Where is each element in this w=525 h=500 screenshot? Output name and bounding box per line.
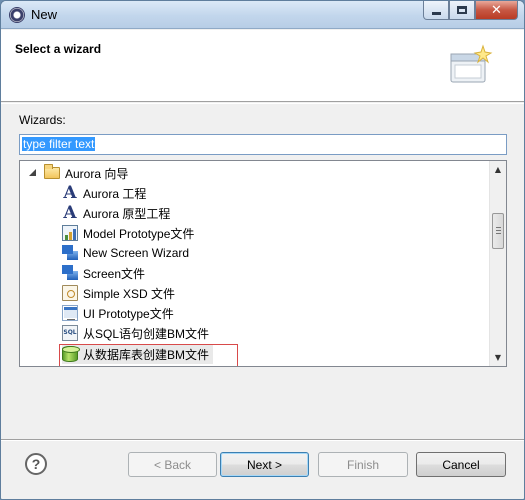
screen-icon <box>62 245 78 261</box>
maximize-icon <box>457 6 467 14</box>
new-wizard-dialog: New ✕ Select a wizard Wizards: type filt… <box>0 0 525 500</box>
tree-item[interactable]: A Aurora 工程 <box>62 183 146 203</box>
highlight-box <box>59 344 238 366</box>
wizard-header: Select a wizard <box>1 30 524 102</box>
tree-item-label: UI Prototype文件 <box>83 306 174 321</box>
aurora-a-icon: A <box>63 203 77 223</box>
tree-item-label: 从SQL语句创建BM文件 <box>83 326 210 341</box>
tree-item[interactable]: A Aurora 原型工程 <box>62 203 170 223</box>
window-title: New <box>31 7 58 22</box>
expanded-arrow-icon <box>29 169 36 176</box>
wizard-tree[interactable]: Aurora 向导 A Aurora 工程 A Aurora 原型工程 Mode… <box>19 160 507 367</box>
screen-icon <box>62 265 78 281</box>
tree-item[interactable]: New Screen Wizard <box>62 243 189 263</box>
wizard-banner-icon <box>450 44 493 83</box>
minimize-button[interactable] <box>423 1 449 20</box>
tree-item[interactable]: Screen文件 <box>62 263 145 283</box>
xsd-icon <box>62 285 78 301</box>
back-button[interactable]: < Back <box>128 452 217 477</box>
tree-item-aurora[interactable]: Aurora 向导 <box>28 163 128 183</box>
tree-item-label: Aurora 工程 <box>83 186 147 201</box>
next-button[interactable]: Next > <box>220 452 309 477</box>
filter-text: type filter text <box>22 137 96 151</box>
tree-item-label: Simple XSD 文件 <box>83 286 176 301</box>
minimize-icon <box>431 12 441 15</box>
tree-item[interactable]: UI Prototype文件 <box>62 303 174 323</box>
tree-item-label: Screen文件 <box>83 266 146 281</box>
title-bar[interactable]: New ✕ <box>1 1 524 29</box>
model-prototype-icon <box>62 225 78 241</box>
aurora-a-icon: A <box>63 183 77 203</box>
tree-item[interactable]: SQL 从SQL语句创建BM文件 <box>62 323 209 343</box>
help-button[interactable]: ? <box>25 453 47 475</box>
tree-item-label: Aurora 原型工程 <box>83 206 171 221</box>
caption-buttons: ✕ <box>423 1 518 21</box>
maximize-button[interactable] <box>449 1 475 20</box>
eclipse-icon <box>9 7 25 23</box>
finish-button[interactable]: Finish <box>318 452 408 477</box>
close-button[interactable]: ✕ <box>475 1 518 20</box>
vertical-scrollbar[interactable]: ▲ ▼ <box>489 161 506 366</box>
tree-item-label: Model Prototype文件 <box>83 226 195 241</box>
scroll-thumb[interactable] <box>492 213 504 249</box>
tree-item[interactable]: Model Prototype文件 <box>62 223 194 243</box>
scroll-down-arrow-icon[interactable]: ▼ <box>490 349 506 366</box>
folder-icon <box>44 164 60 179</box>
scroll-up-arrow-icon[interactable]: ▲ <box>490 161 506 178</box>
header-separator <box>1 103 524 104</box>
cancel-button[interactable]: Cancel <box>416 452 506 477</box>
page-title: Select a wizard <box>15 42 102 56</box>
sql-icon: SQL <box>62 325 78 341</box>
footer-separator <box>1 439 524 441</box>
close-icon: ✕ <box>491 2 502 18</box>
tree-item-label: Aurora 向导 <box>65 166 129 181</box>
ui-prototype-icon <box>62 305 78 321</box>
tree-item[interactable]: Simple XSD 文件 <box>62 283 175 303</box>
tree-item-label: New Screen Wizard <box>83 246 190 260</box>
wizards-label: Wizards: <box>19 113 66 127</box>
filter-input[interactable]: type filter text <box>19 134 507 155</box>
